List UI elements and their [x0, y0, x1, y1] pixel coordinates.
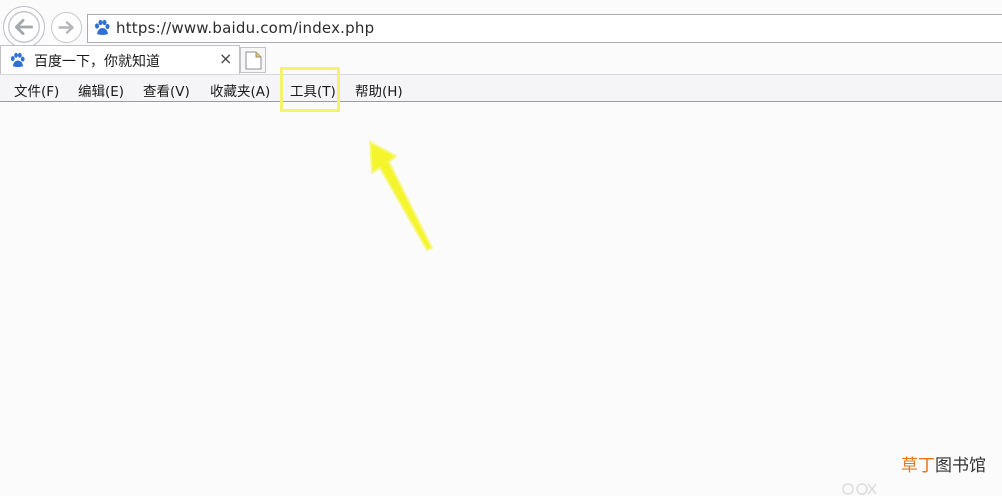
watermark-accent-text: 草丁	[901, 456, 935, 476]
forward-button[interactable]	[51, 12, 82, 43]
back-button[interactable]	[3, 6, 45, 48]
watermark-text: 图书馆	[935, 456, 986, 476]
menu-favorites[interactable]: 收藏夹(A)	[210, 80, 270, 100]
forward-arrow-icon	[58, 21, 74, 34]
close-tab-icon[interactable]: ×	[219, 49, 232, 68]
back-arrow-icon	[8, 11, 40, 43]
browser-tab[interactable]: 百度一下，你就知道 ×	[0, 45, 240, 74]
baidu-paw-icon	[95, 19, 110, 35]
tools-highlight-box	[280, 67, 340, 112]
menu-view[interactable]: 查看(V)	[143, 80, 190, 100]
baidu-paw-icon	[10, 52, 25, 68]
faint-watermark-icon	[842, 483, 877, 495]
address-bar[interactable]: https://www.baidu.com/index.php	[87, 14, 1002, 43]
url-text[interactable]: https://www.baidu.com/index.php	[116, 19, 374, 37]
tab-title: 百度一下，你就知道	[34, 54, 160, 70]
menu-bar: 文件(F) 编辑(E) 查看(V) 收藏夹(A) 工具(T) 帮助(H)	[0, 74, 1002, 102]
new-tab-icon	[245, 51, 262, 70]
navigation-bar: https://www.baidu.com/index.php	[0, 0, 1002, 48]
menu-edit[interactable]: 编辑(E)	[78, 80, 124, 100]
menu-help[interactable]: 帮助(H)	[355, 80, 403, 100]
new-tab-button[interactable]	[240, 47, 266, 73]
menu-file[interactable]: 文件(F)	[14, 80, 59, 100]
watermark: 草丁图书馆	[901, 451, 986, 476]
